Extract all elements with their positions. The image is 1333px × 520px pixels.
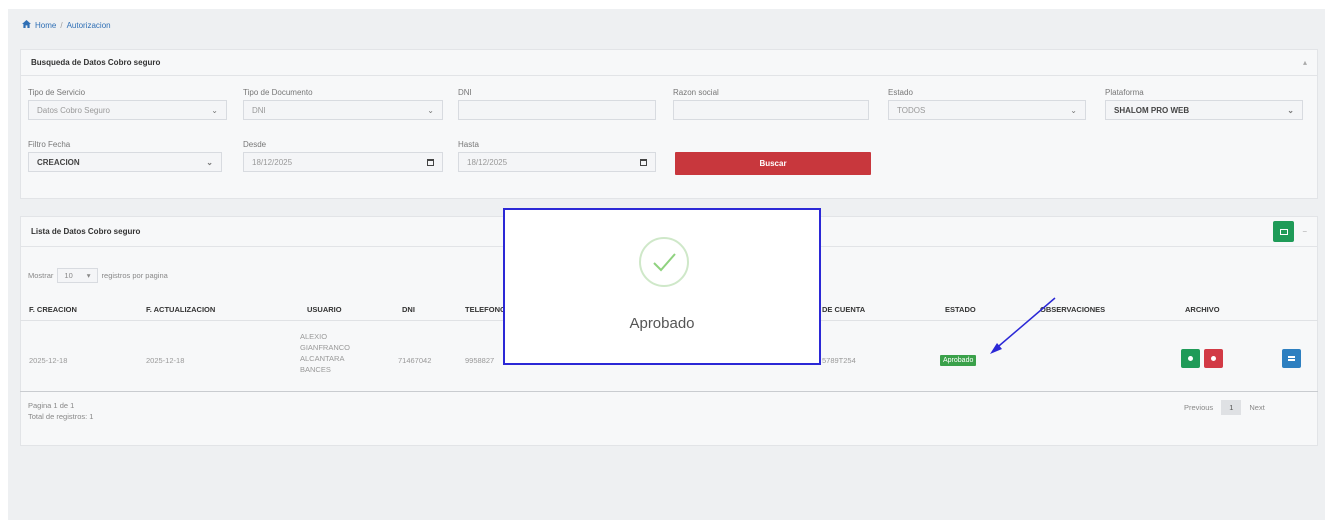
success-check-icon [639,237,689,287]
success-modal: Aprobado [503,208,821,365]
modal-title: Aprobado [629,315,695,332]
